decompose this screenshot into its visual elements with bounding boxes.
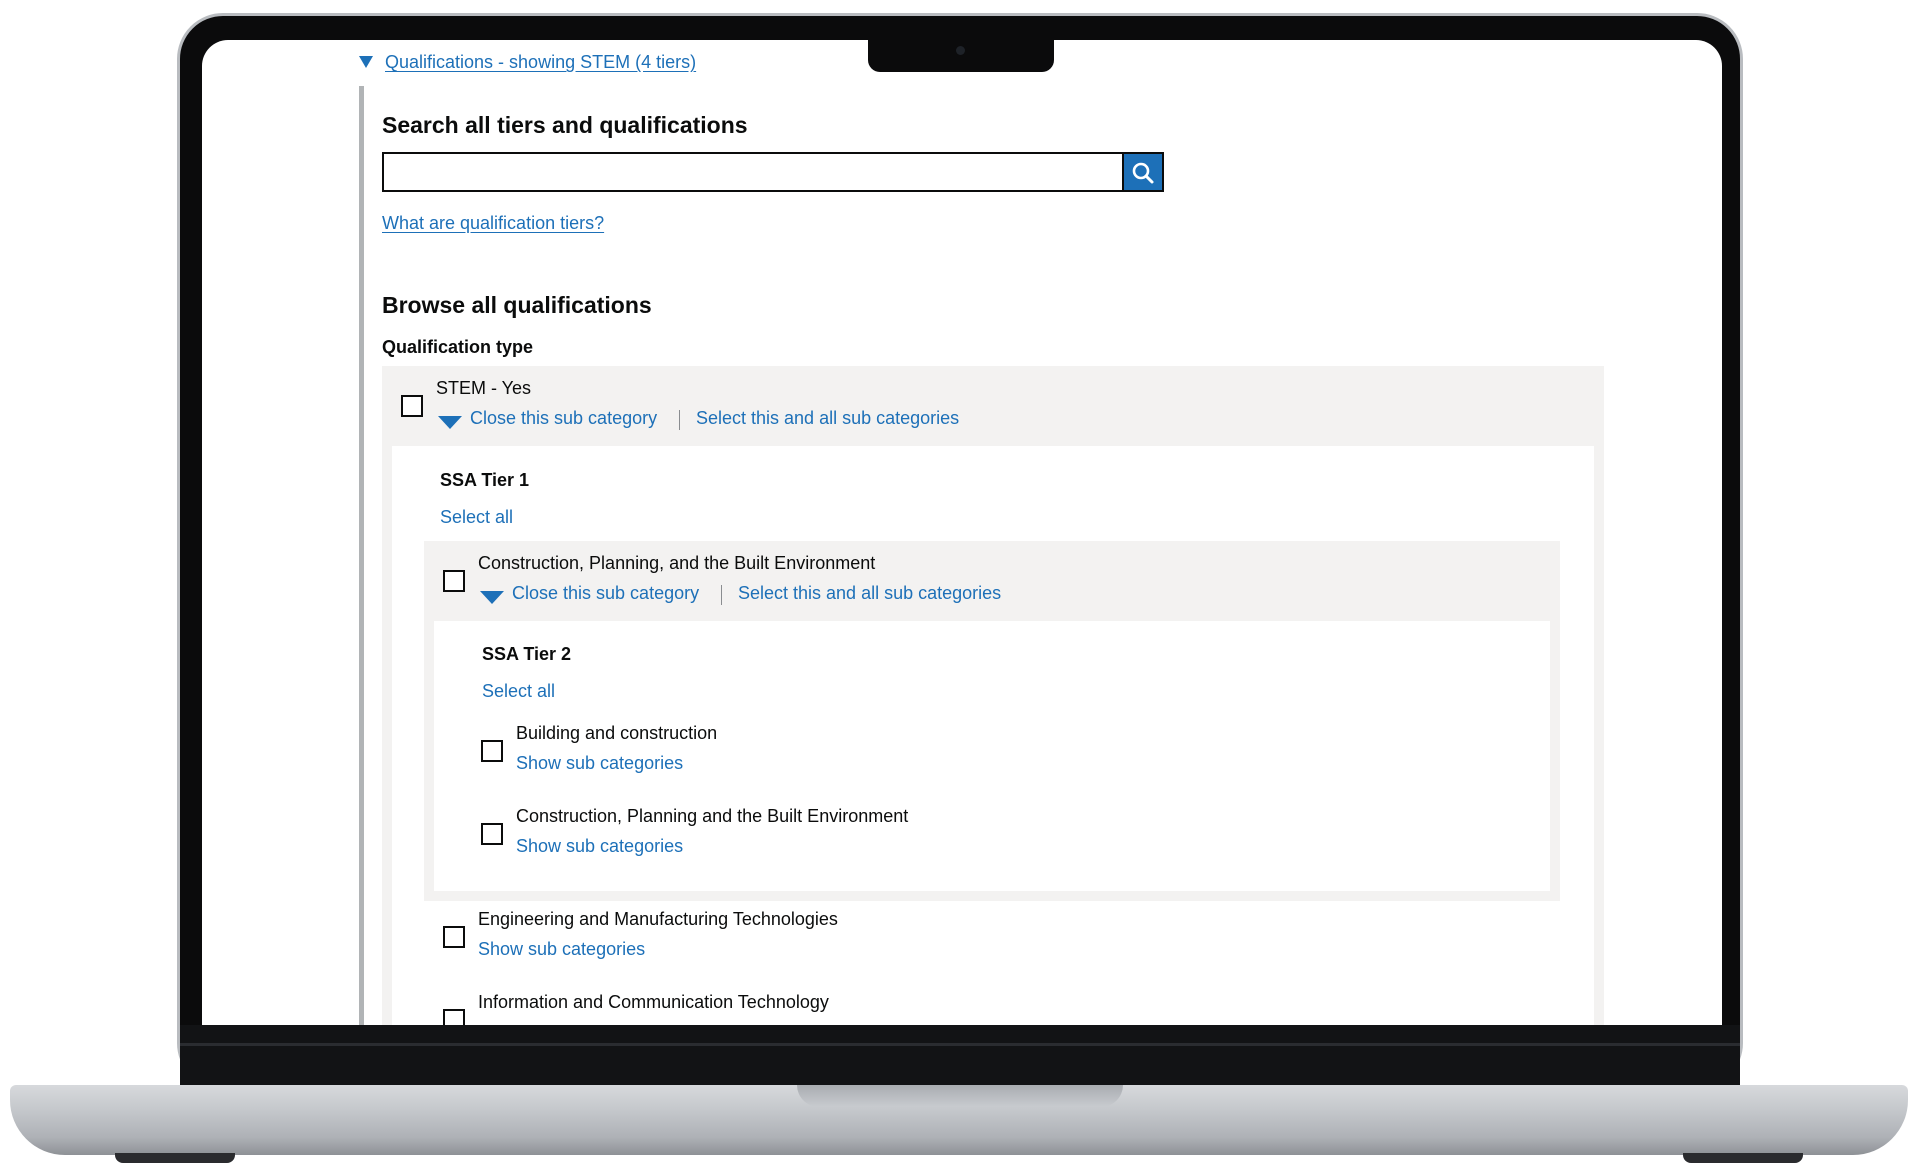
- tier1-heading: SSA Tier 1: [440, 470, 530, 490]
- laptop-opening-groove: [797, 1085, 1123, 1107]
- details-left-border: [359, 86, 364, 1025]
- building-construction-checkbox[interactable]: [481, 740, 503, 762]
- construction-caret-down-icon: [480, 591, 504, 604]
- search-icon: [1132, 162, 1154, 184]
- what-are-tiers-link[interactable]: What are qualification tiers?: [382, 213, 604, 234]
- browse-heading: Browse all qualifications: [382, 292, 652, 318]
- stem-select-all-sub-link[interactable]: Select this and all sub categories: [696, 408, 959, 429]
- tier2-select-all-link[interactable]: Select all: [482, 681, 555, 702]
- construction-planning-label: Construction, Planning and the Built Env…: [516, 806, 909, 826]
- construction-planning-checkbox[interactable]: [481, 823, 503, 845]
- qualifications-details-summary[interactable]: Qualifications - showing STEM (4 tiers): [385, 52, 696, 73]
- laptop-bezel-chin: [180, 1025, 1740, 1087]
- stem-close-sub-category-link[interactable]: Close this sub category: [470, 408, 657, 429]
- stem-caret-down-icon: [438, 416, 462, 429]
- details-expanded-triangle-icon: [359, 56, 373, 68]
- construction-select-all-sub-link[interactable]: Select this and all sub categories: [738, 583, 1001, 604]
- stem-checkbox[interactable]: [401, 395, 423, 417]
- laptop-foot-left: [115, 1153, 235, 1163]
- stem-label: STEM - Yes: [436, 378, 532, 398]
- building-construction-show-sub-link[interactable]: Show sub categories: [516, 753, 683, 774]
- tier1-select-all-link[interactable]: Select all: [440, 507, 513, 528]
- camera-icon: [956, 46, 965, 55]
- construction-close-sub-category-link[interactable]: Close this sub category: [512, 583, 699, 604]
- construction-checkbox[interactable]: [443, 570, 465, 592]
- engineering-show-sub-link[interactable]: Show sub categories: [478, 939, 645, 960]
- laptop-hinge-line: [180, 1043, 1740, 1046]
- laptop-foot-right: [1683, 1153, 1803, 1163]
- search-button[interactable]: [1124, 152, 1164, 192]
- construction-label: Construction, Planning, and the Built En…: [478, 553, 876, 573]
- engineering-checkbox[interactable]: [443, 926, 465, 948]
- construction-link-separator: [721, 585, 722, 605]
- tier2-heading: SSA Tier 2: [482, 644, 572, 664]
- search-heading: Search all tiers and qualifications: [382, 112, 748, 138]
- building-construction-label: Building and construction: [516, 723, 718, 743]
- construction-planning-show-sub-link[interactable]: Show sub categories: [516, 836, 683, 857]
- engineering-label: Engineering and Manufacturing Technologi…: [478, 909, 838, 929]
- qualification-type-legend: Qualification type: [382, 337, 534, 357]
- camera-notch: [868, 38, 1054, 72]
- ict-label: Information and Communication Technology: [478, 992, 829, 1012]
- browser-viewport: Qualifications - showing STEM (4 tiers) …: [202, 40, 1722, 1025]
- search-input[interactable]: [382, 152, 1124, 192]
- stem-link-separator: [679, 410, 680, 430]
- ict-checkbox[interactable]: [443, 1009, 465, 1025]
